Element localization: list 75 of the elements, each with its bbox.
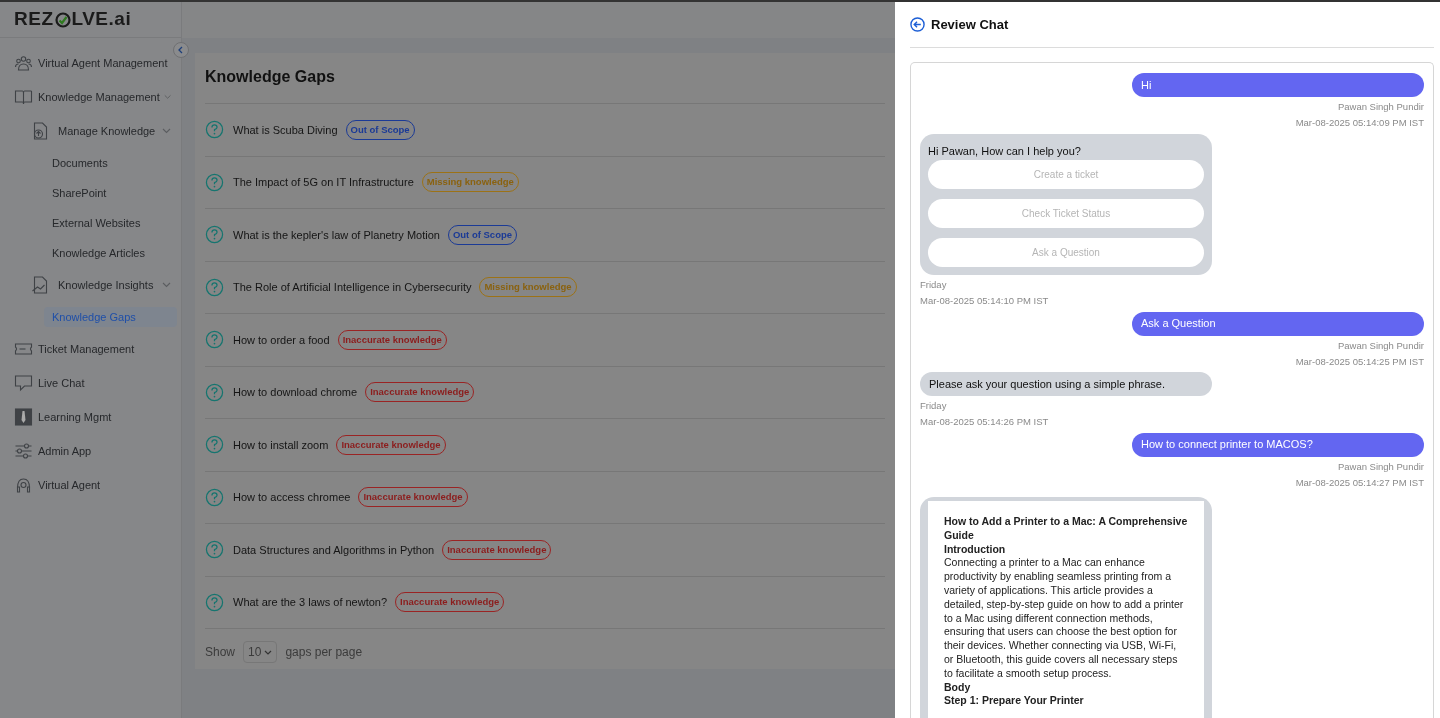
gap-question[interactable]: What are the 3 laws of newton? [233, 594, 388, 611]
gap-question[interactable]: The Role of Artificial Intelligence in Cybersecurity [233, 279, 472, 296]
question-circle-icon [205, 435, 224, 455]
headset-icon [14, 476, 33, 494]
article-heading: How to Add a Printer to a Mac: A Comprehensive Guide [944, 515, 1188, 543]
message-day: Friday [920, 278, 947, 293]
gap-question[interactable]: How to download chrome [233, 384, 358, 401]
question-circle-icon [205, 172, 224, 192]
check-circle-icon [54, 11, 71, 28]
question-circle-icon [205, 382, 224, 402]
message-timestamp: Mar-08-2025 05:14:27 PM IST [1295, 475, 1424, 490]
tie-icon [14, 408, 33, 426]
message-timestamp: Mar-08-2025 05:14:25 PM IST [1295, 354, 1424, 369]
people-icon [14, 54, 33, 72]
question-circle-icon [205, 540, 224, 560]
sidebar-item[interactable]: External Websites [0, 208, 181, 238]
article-heading: Step 1: Prepare Your Printer [944, 694, 1085, 709]
sidebar-item[interactable]: Knowledge Insights [0, 268, 181, 302]
gap-question[interactable]: Data Structures and Algorithms in Python [233, 541, 435, 558]
panel-title: Review Chat [931, 15, 1009, 34]
gap-question[interactable]: How to order a food [233, 331, 330, 348]
sidebar-item[interactable]: Knowledge Management [0, 80, 181, 114]
message-timestamp: Mar-08-2025 05:14:10 PM IST [920, 294, 1049, 309]
question-circle-icon [205, 277, 224, 297]
page-size-label: Show [205, 644, 236, 661]
logo: REZ LVE.ai [14, 7, 132, 32]
chevron-left-icon [177, 46, 185, 54]
sidebar-item[interactable]: SharePoint [0, 178, 181, 208]
gap-question[interactable]: The Impact of 5G on IT Infrastructure [233, 174, 414, 191]
sidebar-item[interactable]: Knowledge Articles [0, 238, 181, 268]
sidebar-item[interactable]: Ticket Management [0, 332, 181, 366]
message-author: Pawan Singh Pundir [1337, 100, 1424, 114]
sliders-icon [14, 442, 33, 460]
user-message: How to connect printer to MACOS? [1132, 432, 1424, 457]
question-circle-icon [205, 225, 224, 245]
question-circle-icon [205, 120, 224, 140]
message-day: Friday [920, 399, 947, 414]
book-icon [14, 88, 33, 106]
chevron-down-icon [264, 649, 273, 655]
quick-reply-button[interactable]: Check Ticket Status [928, 199, 1204, 228]
collapse-button[interactable] [173, 42, 189, 58]
ticket-icon [14, 340, 33, 358]
bot-message: Please ask your question using a simple phrase. [920, 372, 1212, 396]
sidebar-item[interactable]: Virtual Agent [0, 468, 181, 502]
article-paragraph: Connecting a printer to a Mac can enhance productivity by enabling seamless printing from a variety of applications. This article provides a detailed, step-by-step guide on how to add a printer to a Mac using different connection methods, ensuring that users can choose the best option for their devices. Whether connecting via USB, Wi-Fi, or Bluetooth, this guide covers all necessary steps to facilitate a smooth setup process. [944, 556, 1185, 681]
user-message: Ask a Question [1132, 311, 1424, 336]
page-size-suffix: gaps per page [285, 644, 363, 661]
page-title: Knowledge Gaps [205, 53, 885, 104]
sidebar-item[interactable]: Learning Mgmt [0, 400, 181, 434]
sidebar-item[interactable]: Documents [0, 148, 181, 178]
quick-reply-button[interactable]: Ask a Question [928, 238, 1204, 267]
page-size-select[interactable]: 10 [243, 641, 278, 663]
chat-bubble-icon [14, 374, 33, 392]
question-circle-icon [205, 487, 224, 507]
message-author: Pawan Singh Pundir [1337, 459, 1424, 474]
message-timestamp: Mar-08-2025 05:14:26 PM IST [920, 415, 1049, 430]
gap-question[interactable]: How to access chromee [233, 489, 351, 506]
article-heading: Body [944, 680, 972, 695]
quick-reply-button[interactable]: Create a ticket [928, 160, 1204, 189]
sidebar-item[interactable]: Virtual Agent Management [0, 46, 181, 80]
back-button[interactable] [910, 17, 925, 32]
sidebar-item[interactable]: Admin App [0, 434, 181, 468]
question-circle-icon [205, 592, 224, 612]
document-chart-icon [30, 276, 49, 294]
message-author: Pawan Singh Pundir [1337, 338, 1424, 353]
gap-question[interactable]: What is Scuba Diving [233, 121, 338, 138]
gap-question[interactable]: What is the kepler's law of Planetry Motion [233, 226, 440, 243]
article-heading: Introduction [944, 542, 1007, 557]
sidebar-item[interactable]: Live Chat [0, 366, 181, 400]
message-timestamp: Mar-08-2025 05:14:09 PM IST [1295, 116, 1424, 131]
gap-question[interactable]: How to install zoom [233, 436, 329, 453]
user-message: Hi [1132, 73, 1424, 97]
message-text: Hi Pawan, How can I help you? [928, 143, 1082, 159]
question-circle-icon [205, 330, 224, 350]
sidebar-item[interactable]: Manage Knowledge [0, 114, 181, 148]
